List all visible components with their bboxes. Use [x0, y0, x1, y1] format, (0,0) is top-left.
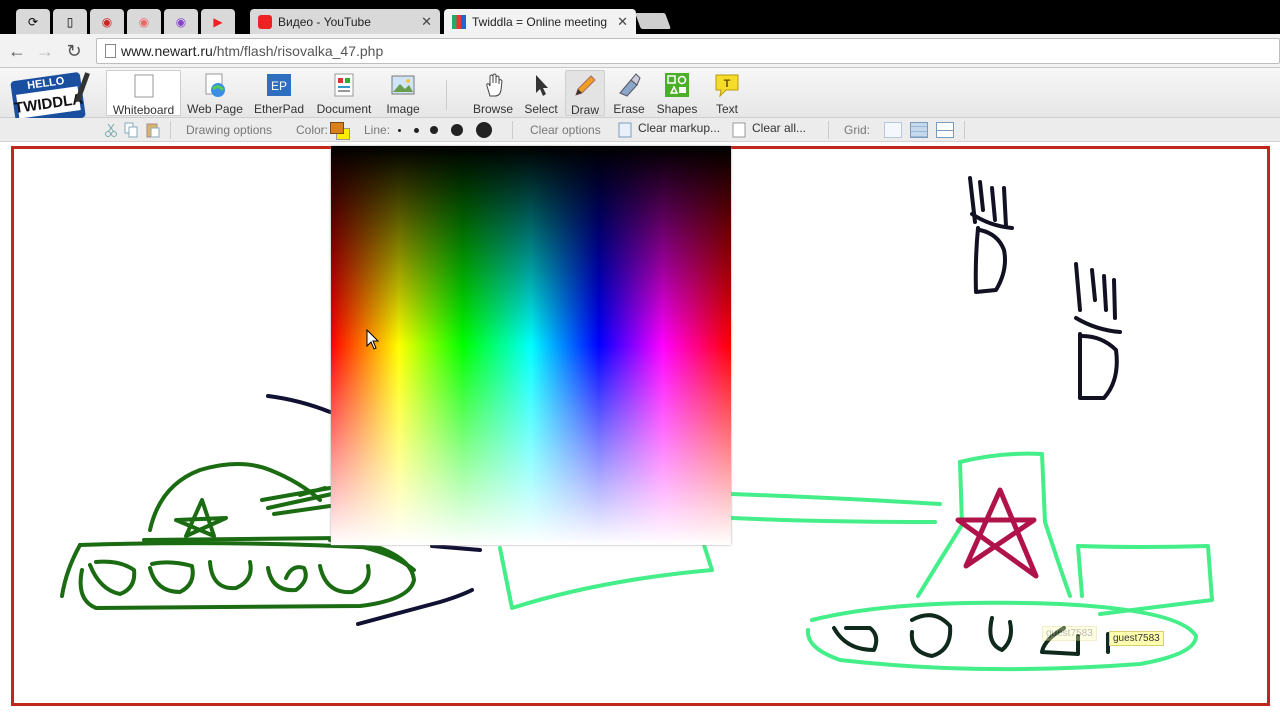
web-page-icon — [205, 73, 225, 97]
grid-label: Grid: — [844, 123, 871, 137]
line-width-5[interactable] — [476, 122, 492, 138]
tool-label: Draw — [570, 103, 599, 117]
twiddla-icon — [452, 14, 466, 29]
tool-draw[interactable]: Draw — [565, 70, 605, 117]
tool-erase[interactable]: Erase — [610, 70, 648, 116]
tool-label: Image — [386, 102, 420, 116]
forward-arrow-icon[interactable]: → — [34, 40, 56, 62]
line-width-2[interactable] — [414, 128, 419, 133]
tool-image[interactable]: Image — [382, 70, 424, 116]
clear-all-icon — [732, 122, 746, 138]
document-icon — [334, 73, 354, 97]
tab-title: Видео - YouTube — [278, 14, 371, 29]
tool-shapes[interactable]: Shapes — [654, 70, 700, 116]
tab-twiddla[interactable]: Twiddla = Online meeting ✕ — [444, 9, 636, 34]
toolbar-separator — [446, 80, 447, 110]
pinned-tab-red-circle-icon[interactable]: ◉ — [90, 9, 124, 34]
tool-browse[interactable]: Browse — [472, 70, 514, 116]
line-width-4[interactable] — [451, 124, 463, 136]
new-tab-button[interactable] — [635, 13, 671, 29]
guest-cursor-tag: guest7583 — [1109, 631, 1164, 646]
tool-label: Shapes — [656, 102, 698, 116]
separator — [828, 121, 829, 139]
tool-label: Erase — [613, 102, 645, 116]
text-icon: T — [715, 74, 739, 98]
reload-icon[interactable]: ↻ — [63, 40, 85, 62]
image-icon — [391, 75, 415, 95]
tool-label: EtherPad — [253, 102, 305, 116]
page-icon — [105, 44, 116, 58]
copy-icon[interactable] — [124, 122, 138, 138]
color-picker-popup[interactable] — [331, 146, 731, 545]
drawing-options-label: Drawing options — [186, 123, 273, 137]
url-text: www.newart.ru/htm/flash/risovalka_47.php — [121, 43, 384, 59]
clear-options-label: Clear options — [530, 123, 601, 137]
tool-web-page[interactable]: Web Page — [186, 70, 244, 116]
pinned-tab-youtube-icon[interactable]: ▶ — [201, 9, 235, 34]
cut-icon[interactable] — [104, 122, 118, 138]
tool-select[interactable]: Select — [522, 70, 560, 116]
browser-nav-bar: ← → ↻ www.newart.ru/htm/flash/risovalka_… — [0, 34, 1280, 68]
back-arrow-icon[interactable]: ← — [6, 40, 28, 62]
arrow-icon — [536, 75, 548, 96]
close-tab-icon[interactable]: ✕ — [617, 14, 628, 30]
tool-document[interactable]: Document — [314, 70, 374, 116]
pinned-tab-orange-icon[interactable]: ◉ — [127, 9, 161, 34]
tab-youtube[interactable]: Видео - YouTube ✕ — [250, 9, 440, 34]
pinned-tab-purple-icon[interactable]: ◉ — [164, 9, 198, 34]
line-width-1[interactable] — [398, 129, 401, 132]
svg-text:EP: EP — [271, 79, 287, 93]
etherpad-icon: EP — [267, 74, 291, 96]
color-label: Color: — [296, 123, 329, 137]
tool-label: Whiteboard — [112, 103, 175, 117]
clear-all-button[interactable]: Clear all... — [752, 121, 806, 135]
separator — [170, 121, 171, 139]
pencil-icon — [575, 75, 596, 96]
whiteboard-icon — [134, 74, 153, 98]
pinned-tab-refresh-icon[interactable]: ⟳ — [16, 9, 50, 34]
address-bar[interactable]: www.newart.ru/htm/flash/risovalka_47.php — [96, 38, 1280, 64]
drawing-options-bar: Drawing options Color: Line: Clear optio… — [0, 118, 1280, 142]
grid-coarse-button[interactable] — [936, 122, 954, 138]
grid-fine-button[interactable] — [910, 122, 928, 138]
mouse-cursor-icon — [366, 329, 380, 350]
tool-label: Select — [524, 102, 558, 116]
tool-text[interactable]: T Text — [708, 70, 746, 116]
browser-tab-strip: ⟳ ▯ ◉ ◉ ◉ ▶ Видео - YouTube ✕ Twiddla = … — [0, 0, 1280, 34]
line-width-3[interactable] — [430, 126, 438, 134]
tool-label: Web Page — [187, 102, 243, 116]
line-label: Line: — [364, 123, 391, 137]
close-tab-icon[interactable]: ✕ — [421, 14, 432, 30]
hand-icon — [486, 73, 503, 97]
paste-icon[interactable] — [146, 122, 160, 138]
shapes-icon — [665, 73, 689, 97]
separator — [512, 121, 513, 139]
tab-title: Twiddla = Online meeting — [472, 14, 608, 29]
eraser-icon — [619, 73, 641, 97]
primary-color-swatch — [330, 122, 344, 134]
tool-etherpad[interactable]: EP EtherPad — [252, 70, 306, 116]
guest-cursor-tag: guest7583 — [1042, 626, 1097, 641]
color-swatch[interactable] — [330, 122, 352, 140]
pinned-tab-page-icon[interactable]: ▯ — [53, 9, 87, 34]
tool-whiteboard[interactable]: Whiteboard — [106, 70, 181, 117]
clear-markup-icon — [618, 122, 632, 138]
tool-label: Browse — [472, 102, 513, 116]
grid-none-button[interactable] — [884, 122, 902, 138]
svg-text:T: T — [724, 78, 731, 90]
separator — [964, 121, 965, 139]
youtube-icon — [258, 14, 272, 29]
tool-label: Text — [715, 102, 738, 116]
clear-markup-button[interactable]: Clear markup... — [638, 121, 720, 135]
tool-label: Document — [316, 102, 372, 116]
